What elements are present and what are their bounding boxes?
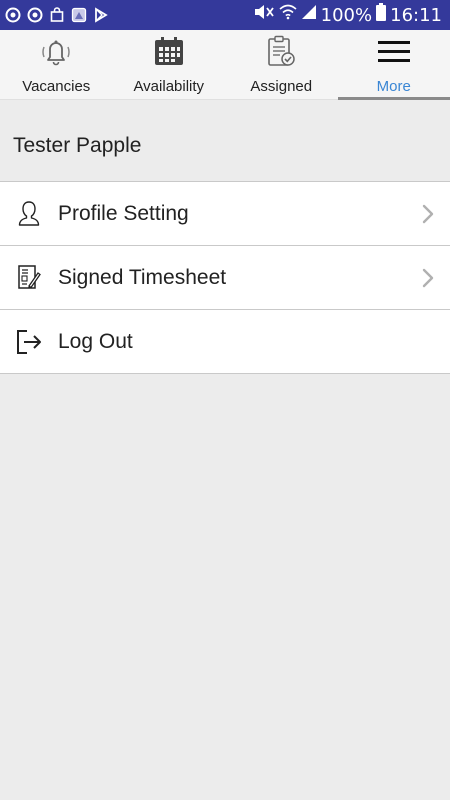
person-icon [0,182,58,246]
menu-item-signed-timesheet[interactable]: Signed Timesheet [0,246,450,310]
tab-label: More [376,78,411,95]
chevron-right-icon [422,268,434,293]
calendar-icon [154,34,184,68]
bell-icon [39,34,73,68]
tab-label: Availability [133,78,205,95]
menu-item-label: Profile Setting [58,201,189,225]
menu-item-profile-setting[interactable]: Profile Setting [0,182,450,246]
more-menu-list: Profile Setting Signed Timesheet Log Out [0,182,450,374]
tab-more[interactable]: More [337,30,450,100]
system-status: 100% 16:11 [253,0,442,30]
wifi-icon [279,4,297,26]
menu-item-label: Signed Timesheet [58,265,227,289]
chevron-right-icon [422,204,434,229]
battery-icon [376,3,387,27]
tab-vacancies[interactable]: Vacancies [0,30,113,100]
tab-availability[interactable]: Availability [113,30,226,100]
signed-document-icon [0,246,58,310]
tab-label: Assigned [250,78,313,95]
clock: 16:11 [390,4,442,26]
sync-icon-2 [26,7,43,24]
tab-assigned[interactable]: Assigned [225,30,338,100]
sync-icon [4,7,21,24]
user-name: Tester Papple [13,134,142,157]
hamburger-menu-icon [377,34,410,68]
shopping-bag-icon [48,7,65,24]
battery-percentage: 100% [320,4,373,26]
mute-icon [253,4,275,26]
tab-label: Vacancies [22,78,91,95]
gallery-icon [70,7,87,24]
clipboard-check-icon [266,34,296,68]
menu-item-label: Log Out [58,329,133,353]
menu-item-log-out[interactable]: Log Out [0,310,450,374]
play-store-icon [92,7,109,24]
status-bar: 100% 16:11 [0,0,450,30]
logout-icon [0,310,58,374]
notification-icons [4,0,109,30]
tab-bar: Vacancies Availability Assigned More [0,30,450,100]
signal-icon [301,4,317,26]
user-header: Tester Papple [0,101,450,182]
